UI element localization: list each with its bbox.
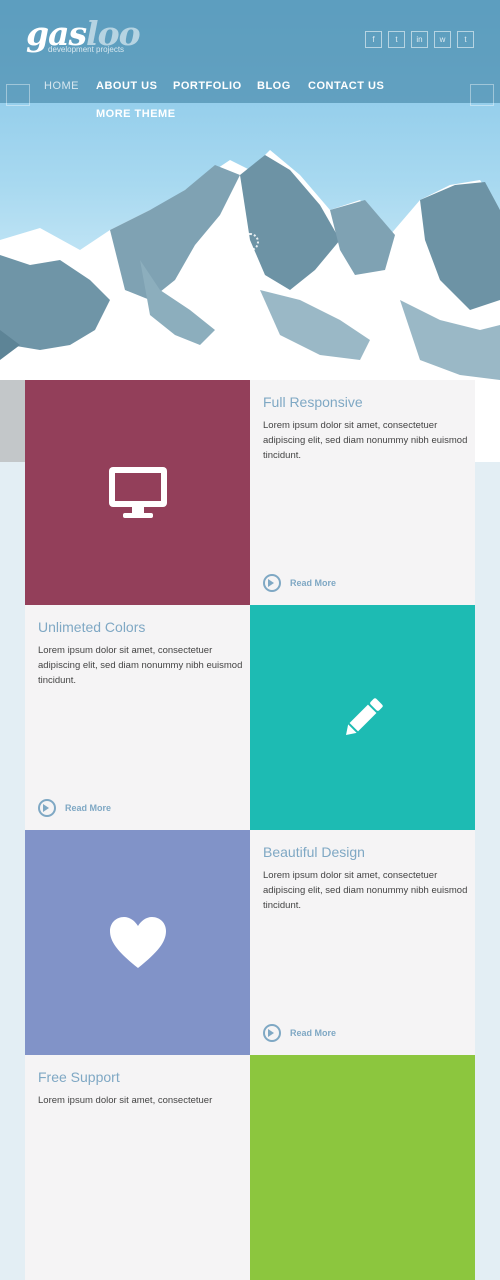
nav-portfolio[interactable]: PORTFOLIO bbox=[173, 80, 242, 92]
feature-card: Beautiful Design Lorem ipsum dolor sit a… bbox=[250, 830, 475, 1055]
feature-description: Lorem ipsum dolor sit amet, consectetuer… bbox=[263, 870, 468, 911]
social-icon[interactable]: w bbox=[434, 31, 451, 48]
loading-spinner-icon bbox=[241, 233, 259, 251]
slider-dot[interactable] bbox=[253, 356, 263, 366]
slider-dot[interactable] bbox=[237, 356, 247, 366]
site-tagline: development projects bbox=[48, 45, 125, 54]
read-more-link[interactable]: Read More bbox=[263, 1024, 336, 1042]
facebook-icon[interactable]: f bbox=[365, 31, 382, 48]
arrow-right-circle-icon bbox=[38, 799, 56, 817]
heart-icon bbox=[109, 916, 166, 968]
feature-title: Full Responsive bbox=[263, 394, 363, 410]
read-more-label: Read More bbox=[290, 1028, 337, 1038]
feature-title: Free Support bbox=[38, 1069, 120, 1085]
feature-card: Full Responsive Lorem ipsum dolor sit am… bbox=[250, 380, 475, 605]
feature-card: Free Support Lorem ipsum dolor sit amet,… bbox=[25, 1055, 250, 1280]
feature-title: Unlimeted Colors bbox=[38, 619, 146, 635]
feature-icon-tile bbox=[250, 1055, 475, 1280]
feature-icon-tile bbox=[250, 605, 475, 830]
tumblr-icon[interactable]: t bbox=[457, 31, 474, 48]
feature-description: Lorem ipsum dolor sit amet, consectetuer… bbox=[263, 420, 468, 461]
nav-blog[interactable]: BLOG bbox=[257, 80, 291, 92]
monitor-icon bbox=[108, 466, 167, 518]
arrow-right-circle-icon bbox=[263, 574, 281, 592]
social-links: f t in w t bbox=[365, 31, 474, 48]
feature-icon-tile bbox=[25, 380, 250, 605]
slider-prev-button[interactable] bbox=[6, 84, 30, 106]
feature-description: Lorem ipsum dolor sit amet, consectetuer bbox=[38, 1095, 213, 1106]
twitter-icon[interactable]: t bbox=[388, 31, 405, 48]
slider-pagination[interactable] bbox=[237, 356, 263, 366]
linkedin-icon[interactable]: in bbox=[411, 31, 428, 48]
feature-card: Unlimeted Colors Lorem ipsum dolor sit a… bbox=[25, 605, 250, 830]
arrow-right-circle-icon bbox=[263, 1024, 281, 1042]
slider-next-button[interactable] bbox=[470, 84, 494, 106]
nav-contact-us[interactable]: CONTACT US bbox=[308, 80, 384, 92]
read-more-label: Read More bbox=[290, 578, 337, 588]
nav-more-theme[interactable]: MORE THEME bbox=[96, 108, 176, 120]
read-more-label: Read More bbox=[65, 803, 112, 813]
pencil-icon bbox=[345, 697, 383, 735]
nav-home[interactable]: HOME bbox=[44, 80, 79, 92]
feature-icon-tile bbox=[25, 830, 250, 1055]
nav-about-us[interactable]: ABOUT US bbox=[96, 80, 157, 92]
feature-description: Lorem ipsum dolor sit amet, consectetuer… bbox=[38, 645, 243, 686]
read-more-link[interactable]: Read More bbox=[38, 799, 111, 817]
feature-title: Beautiful Design bbox=[263, 844, 365, 860]
read-more-link[interactable]: Read More bbox=[263, 574, 336, 592]
